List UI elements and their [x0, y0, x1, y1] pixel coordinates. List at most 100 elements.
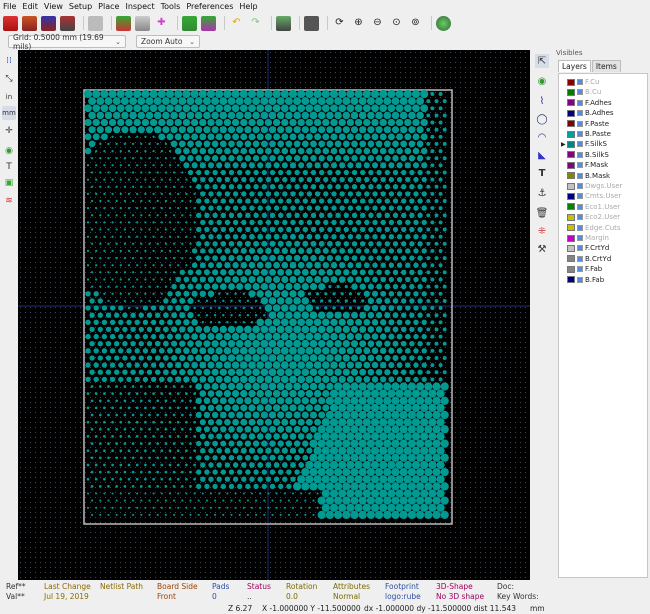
- layer-color-swatch[interactable]: [567, 276, 575, 284]
- print-icon[interactable]: [304, 15, 319, 31]
- layer-color-swatch[interactable]: [567, 120, 575, 128]
- open-icon[interactable]: [22, 15, 37, 31]
- layer-visibility-checkbox[interactable]: [577, 183, 583, 189]
- delete-icon[interactable]: 🗑: [535, 206, 549, 220]
- layer-color-swatch[interactable]: [567, 161, 575, 169]
- layer-row[interactable]: Eco1.User: [561, 202, 647, 212]
- layer-color-swatch[interactable]: [567, 234, 575, 242]
- layer-color-swatch[interactable]: [567, 172, 575, 180]
- layer-row[interactable]: F.Mask: [561, 160, 647, 170]
- grid-select[interactable]: Grid: 0.5000 mm (19.69 mils) ⌄: [8, 33, 126, 51]
- text-icon[interactable]: T: [535, 166, 549, 180]
- pcb-canvas[interactable]: [18, 50, 530, 580]
- undo-icon[interactable]: ↶: [229, 16, 244, 31]
- layer-color-swatch[interactable]: [567, 140, 575, 148]
- menu-place[interactable]: Place: [98, 2, 119, 11]
- layer-row[interactable]: B.Paste: [561, 129, 647, 139]
- layer-visibility-checkbox[interactable]: [577, 224, 583, 231]
- polar-icon[interactable]: ⤡: [2, 72, 16, 86]
- layer-row[interactable]: B.Cu: [561, 87, 647, 97]
- layer-visibility-checkbox[interactable]: [577, 151, 583, 158]
- layer-visibility-checkbox[interactable]: [577, 110, 583, 117]
- layer-visibility-checkbox[interactable]: [577, 89, 583, 96]
- zone-display-icon[interactable]: ▣: [2, 176, 16, 190]
- layer-visibility-checkbox[interactable]: [577, 266, 583, 273]
- layer-color-swatch[interactable]: [567, 265, 575, 273]
- layer-color-swatch[interactable]: [567, 109, 575, 117]
- menu-preferences[interactable]: Preferences: [186, 2, 233, 11]
- scripting-icon[interactable]: [436, 15, 451, 31]
- footprint-browser-icon[interactable]: ✚: [154, 16, 169, 31]
- select-icon[interactable]: ⇱: [535, 54, 549, 68]
- tab-layers[interactable]: Layers: [558, 60, 591, 72]
- layer-row[interactable]: F.Paste: [561, 119, 647, 129]
- delete-icon[interactable]: [88, 15, 103, 31]
- drc-icon[interactable]: [276, 15, 291, 31]
- menu-help[interactable]: Help: [239, 2, 257, 11]
- layer-row[interactable]: Dwgs.User: [561, 181, 647, 191]
- layer-visibility-checkbox[interactable]: [577, 120, 583, 127]
- footprint-editor-icon[interactable]: [135, 15, 150, 31]
- layer-color-swatch[interactable]: [567, 192, 575, 200]
- layer-row[interactable]: Edge.Cuts: [561, 223, 647, 233]
- layer-row[interactable]: B.Fab: [561, 275, 647, 285]
- layer-color-swatch[interactable]: [567, 99, 575, 107]
- text-icon[interactable]: T: [2, 160, 16, 174]
- layer-visibility-checkbox[interactable]: [577, 235, 583, 241]
- board-setup-icon[interactable]: [60, 15, 75, 31]
- layer-row[interactable]: Margin: [561, 233, 647, 243]
- redraw-icon[interactable]: ⟳: [332, 16, 347, 31]
- zoom-fit-icon[interactable]: ⊙: [389, 16, 404, 31]
- vias-icon[interactable]: ≋: [2, 194, 16, 208]
- netlist-icon[interactable]: [116, 15, 131, 31]
- layer-visibility-checkbox[interactable]: [577, 255, 583, 262]
- layer-visibility-checkbox[interactable]: [577, 99, 583, 106]
- layer-visibility-checkbox[interactable]: [577, 193, 583, 200]
- menu-edit[interactable]: Edit: [22, 2, 38, 11]
- update-pcb-icon[interactable]: [182, 15, 197, 31]
- layer-visibility-checkbox[interactable]: [577, 214, 583, 221]
- layer-color-swatch[interactable]: [567, 203, 575, 211]
- layer-row[interactable]: ▶ F.SilkS: [561, 139, 647, 149]
- menu-setup[interactable]: Setup: [69, 2, 92, 11]
- layer-row[interactable]: Eco2.User: [561, 212, 647, 222]
- layer-color-swatch[interactable]: [567, 78, 575, 86]
- layer-visibility-checkbox[interactable]: [577, 79, 583, 85]
- tab-items[interactable]: Items: [591, 60, 621, 72]
- new-board-icon[interactable]: [3, 15, 18, 31]
- zoom-in-icon[interactable]: ⊕: [351, 16, 366, 31]
- grid-toggle-icon[interactable]: ⁞⁞: [2, 54, 16, 68]
- mm-button[interactable]: mm: [2, 106, 16, 120]
- layer-color-swatch[interactable]: [567, 130, 575, 138]
- layer-visibility-checkbox[interactable]: [577, 131, 583, 137]
- grid-origin-icon[interactable]: ⁜: [535, 224, 549, 238]
- layer-color-swatch[interactable]: [567, 151, 575, 159]
- redo-icon[interactable]: ↷: [248, 16, 263, 31]
- zoom-selection-icon[interactable]: ⊚: [408, 16, 423, 31]
- circle-icon[interactable]: ◯: [535, 112, 549, 126]
- layer-row[interactable]: F.Adhes: [561, 98, 647, 108]
- save-icon[interactable]: [41, 15, 56, 31]
- layer-color-swatch[interactable]: [567, 224, 575, 232]
- ratsnest-icon[interactable]: ◉: [2, 144, 16, 158]
- inches-button[interactable]: in: [2, 90, 16, 104]
- zone-icon[interactable]: ◣: [535, 148, 549, 162]
- layer-row[interactable]: B.Adhes: [561, 108, 647, 118]
- menu-file[interactable]: File: [3, 2, 16, 11]
- layer-visibility-checkbox[interactable]: [577, 141, 583, 148]
- layer-row[interactable]: B.SilkS: [561, 150, 647, 160]
- menu-tools[interactable]: Tools: [161, 2, 181, 11]
- layer-visibility-checkbox[interactable]: [577, 245, 583, 252]
- layer-visibility-checkbox[interactable]: [577, 172, 583, 179]
- arc-icon[interactable]: ◠: [535, 130, 549, 144]
- layer-visibility-checkbox[interactable]: [577, 203, 583, 210]
- menu-view[interactable]: View: [44, 2, 63, 11]
- layer-color-swatch[interactable]: [567, 255, 575, 263]
- layer-color-swatch[interactable]: [567, 213, 575, 221]
- layer-row[interactable]: B.CrtYd: [561, 254, 647, 264]
- menu-inspect[interactable]: Inspect: [125, 2, 154, 11]
- measure-icon[interactable]: ⚒: [535, 242, 549, 256]
- route-track-icon[interactable]: ⌇: [535, 94, 549, 108]
- route-icon[interactable]: [201, 15, 216, 31]
- zoom-select[interactable]: Zoom Auto ⌄: [136, 35, 200, 48]
